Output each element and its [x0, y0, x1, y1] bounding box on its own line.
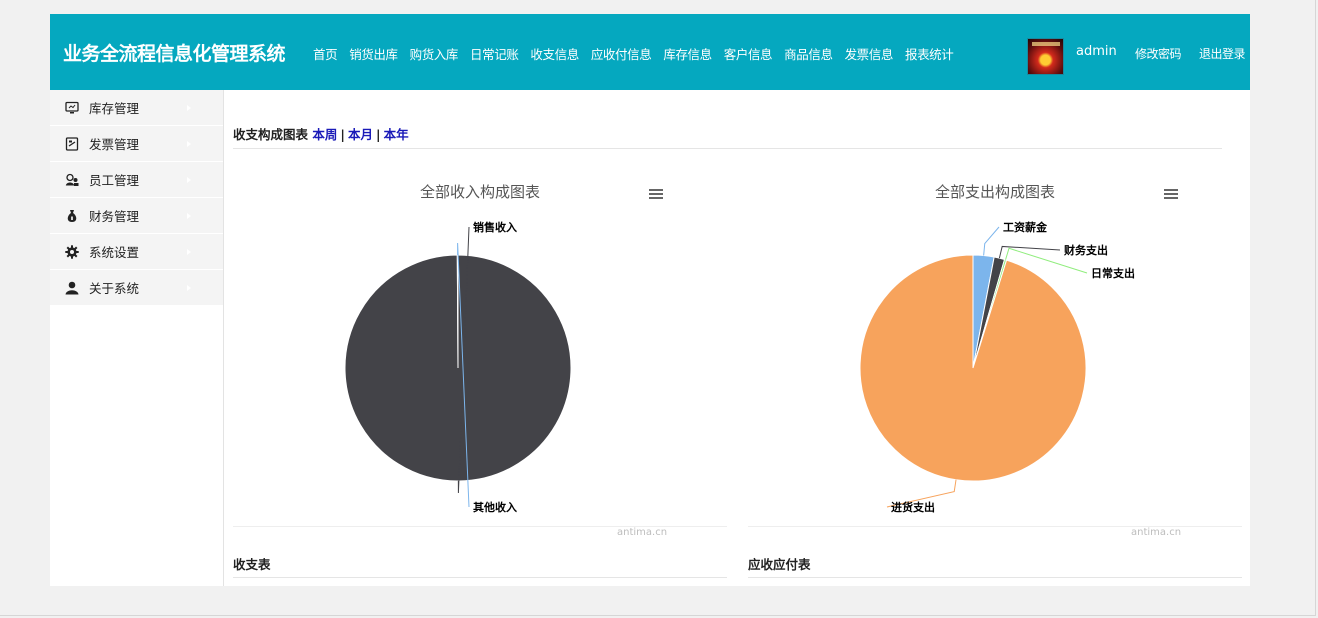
brand-title: 业务全流程信息化管理系统	[63, 43, 286, 65]
chevron-right-icon	[187, 285, 191, 291]
app-window: 业务全流程信息化管理系统 首页 销货出库 购货入库 日常记账 收支信息 应收付信…	[50, 14, 1250, 586]
pie-label-1-3: 进货支出	[891, 500, 935, 514]
pie-slice-1-3[interactable]	[859, 254, 1087, 482]
pie-connector-1-1	[998, 245, 1061, 259]
money-bag-icon	[65, 209, 79, 223]
pie-slice-0-1[interactable]	[456, 254, 459, 369]
chart-credit[interactable]: antima.cn	[617, 527, 667, 538]
range-separator: |	[375, 127, 381, 142]
nav-daily-accounting[interactable]: 日常记账	[470, 44, 519, 63]
monitor-icon	[65, 101, 79, 115]
sidebar-item-finance[interactable]: 财务管理	[50, 198, 223, 234]
chevron-right-icon	[187, 141, 191, 147]
sidebar-item-settings[interactable]: 系统设置	[50, 234, 223, 270]
sidebar-item-label: 库存管理	[89, 101, 140, 116]
pie-label-0-0: 销售收入	[473, 220, 517, 234]
table-divider	[233, 577, 727, 578]
nav-purchase-in[interactable]: 购货入库	[410, 44, 459, 63]
nav-products[interactable]: 商品信息	[784, 44, 833, 63]
sidebar-item-staff[interactable]: 员工管理	[50, 162, 223, 198]
user-icon	[65, 281, 79, 295]
range-week-link[interactable]: 本周	[312, 127, 337, 142]
document-icon	[65, 136, 79, 151]
sidebar: 库存管理 发票管理 员工管理 财务管理 系统设置 关于系统	[50, 90, 224, 586]
nav-sales-out[interactable]: 销货出库	[349, 44, 398, 63]
expense-pie: 工资薪金财务支出日常支出进货支出	[859, 220, 1135, 514]
chevron-right-icon	[187, 213, 191, 219]
pie-label-1-2: 日常支出	[1091, 266, 1135, 280]
sidebar-item-label: 关于系统	[89, 281, 140, 296]
users-icon	[65, 173, 79, 187]
nav-invoices[interactable]: 发票信息	[845, 44, 894, 63]
chart-section-header: 收支构成图表 本周 | 本月 | 本年	[233, 124, 409, 143]
chart-credit[interactable]: antima.cn	[1131, 527, 1181, 538]
sidebar-item-invoice[interactable]: 发票管理	[50, 126, 223, 162]
logout-link[interactable]: 退出登录	[1199, 45, 1246, 62]
top-bar: 业务全流程信息化管理系统 首页 销货出库 购货入库 日常记账 收支信息 应收付信…	[50, 14, 1250, 90]
nav-inventory[interactable]: 库存信息	[663, 44, 712, 63]
receivable-table-title: 应收应付表	[748, 557, 811, 572]
pie-connector-1-0	[983, 226, 1000, 256]
nav-receivable-payable[interactable]: 应收付信息	[591, 44, 652, 63]
change-password-link[interactable]: 修改密码	[1135, 45, 1182, 62]
pie-label-0-1: 其他收入	[473, 500, 517, 514]
nav-reports[interactable]: 报表统计	[905, 44, 954, 63]
income-table-title: 收支表	[233, 557, 271, 572]
chart-section-title: 收支构成图表	[233, 127, 309, 142]
sidebar-item-inventory[interactable]: 库存管理	[50, 90, 223, 126]
avatar[interactable]	[1027, 38, 1064, 75]
sidebar-item-label: 财务管理	[89, 209, 140, 224]
table-divider	[748, 577, 1242, 578]
section-divider	[233, 148, 1222, 149]
chart-divider	[233, 526, 727, 527]
pie-label-1-0: 工资薪金	[1003, 220, 1048, 234]
nav-customers[interactable]: 客户信息	[724, 44, 773, 63]
range-month-link[interactable]: 本月	[348, 127, 373, 142]
chevron-right-icon	[187, 105, 191, 111]
nav-income-expense[interactable]: 收支信息	[530, 44, 579, 63]
sidebar-item-label: 发票管理	[89, 137, 140, 152]
username: admin	[1076, 44, 1117, 59]
range-separator: |	[340, 127, 345, 142]
expense-chart: 全部支出构成图表 工资薪金 财务支出 日常支出 进货支出 antima.cn	[748, 175, 1242, 586]
chevron-right-icon	[187, 249, 191, 255]
chart-divider	[748, 526, 1242, 527]
income-pie: 销售收入其他收入	[344, 220, 572, 514]
main-nav: 首页 销货出库 购货入库 日常记账 收支信息 应收付信息 库存信息 客户信息 商…	[313, 44, 965, 63]
chevron-right-icon	[187, 177, 191, 183]
sidebar-item-label: 员工管理	[89, 173, 140, 188]
main-content: 收支构成图表 本周 | 本月 | 本年 全部收入构成图表 销售收入 其他收入 antima…	[225, 90, 1250, 586]
sidebar-item-about[interactable]: 关于系统	[50, 270, 223, 306]
gear-icon	[65, 244, 79, 259]
nav-home[interactable]: 首页	[313, 44, 338, 63]
range-year-link[interactable]: 本年	[384, 127, 409, 142]
pie-label-1-1: 财务支出	[1063, 243, 1108, 257]
sidebar-item-label: 系统设置	[89, 245, 140, 260]
income-chart: 全部收入构成图表 销售收入 其他收入 antima.cn	[233, 175, 727, 586]
